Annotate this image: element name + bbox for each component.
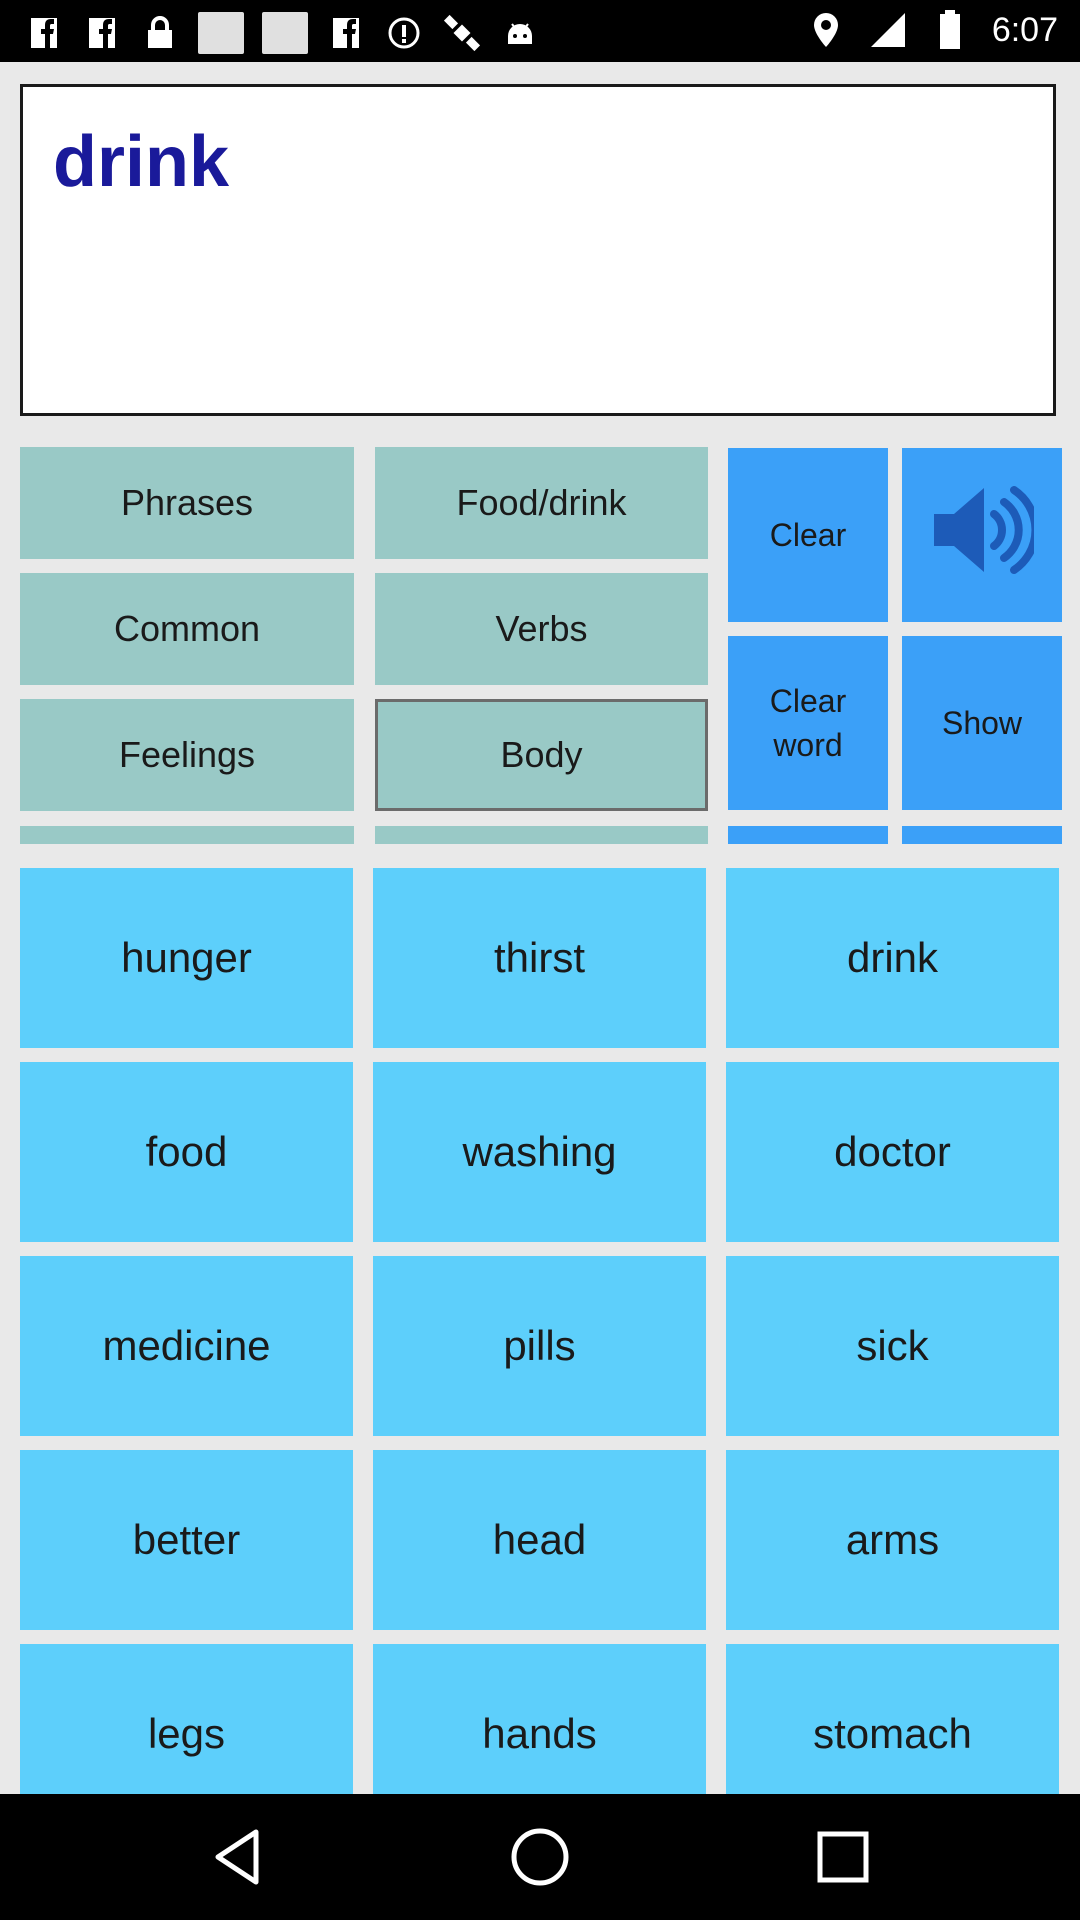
- home-icon[interactable]: [507, 1824, 573, 1890]
- word-button-arms[interactable]: arms: [726, 1450, 1059, 1630]
- status-bar: 6:07: [0, 0, 1080, 62]
- category-label: Feelings: [118, 734, 256, 775]
- facebook-icon: [326, 13, 366, 53]
- word-label: stomach: [813, 1710, 972, 1757]
- category-phrases-button[interactable]: Phrases: [20, 447, 354, 559]
- signal-icon: [868, 10, 908, 50]
- recents-icon[interactable]: [810, 1824, 876, 1890]
- battery-icon: [930, 10, 970, 50]
- android-icon: [500, 13, 540, 53]
- message-display[interactable]: drink: [20, 84, 1056, 416]
- word-button-drink[interactable]: drink: [726, 868, 1059, 1048]
- clear-word-button[interactable]: Clear word: [728, 636, 888, 810]
- navigation-bar: [0, 1794, 1080, 1920]
- category-label: Food/drink: [456, 482, 627, 523]
- word-button-washing[interactable]: washing: [373, 1062, 706, 1242]
- word-label: doctor: [834, 1128, 951, 1175]
- word-label: pills: [503, 1322, 576, 1369]
- back-icon[interactable]: [206, 1824, 272, 1890]
- category-label: Common: [113, 608, 261, 649]
- category-body-button[interactable]: Body: [375, 699, 708, 811]
- word-label: hands: [482, 1710, 597, 1757]
- location-icon: [806, 10, 846, 50]
- word-button-legs[interactable]: legs: [20, 1644, 353, 1794]
- word-label: washing: [462, 1128, 617, 1175]
- message-text: drink: [53, 122, 230, 202]
- clear-word-label-line2: word: [773, 727, 843, 763]
- word-label: arms: [845, 1516, 940, 1563]
- facebook-icon: [24, 13, 64, 53]
- word-button-pills[interactable]: pills: [373, 1256, 706, 1436]
- word-label: legs: [147, 1710, 226, 1757]
- word-button-thirst[interactable]: thirst: [373, 868, 706, 1048]
- show-button[interactable]: Show: [902, 636, 1062, 810]
- control-row-partial[interactable]: [728, 826, 888, 844]
- clear-button[interactable]: Clear: [728, 448, 888, 622]
- category-label: Body: [500, 734, 583, 775]
- word-label: hunger: [121, 934, 252, 981]
- lock-icon: [140, 13, 180, 53]
- word-button-food[interactable]: food: [20, 1062, 353, 1242]
- word-button-sick[interactable]: sick: [726, 1256, 1059, 1436]
- word-button-hunger[interactable]: hunger: [20, 868, 353, 1048]
- category-verbs-button[interactable]: Verbs: [375, 573, 708, 685]
- word-label: drink: [846, 934, 939, 981]
- word-button-hands[interactable]: hands: [373, 1644, 706, 1794]
- category-label: Phrases: [120, 482, 254, 523]
- category-row-partial[interactable]: [375, 826, 708, 844]
- word-button-stomach[interactable]: stomach: [726, 1644, 1059, 1794]
- word-label: better: [132, 1516, 241, 1563]
- word-label: thirst: [493, 934, 585, 981]
- category-label: Verbs: [495, 608, 588, 649]
- category-feelings-button[interactable]: Feelings: [20, 699, 354, 811]
- image-icon: [262, 12, 308, 54]
- image-icon: [198, 12, 244, 54]
- word-label: head: [492, 1516, 587, 1563]
- control-row-partial[interactable]: [902, 826, 1062, 844]
- category-food-drink-button[interactable]: Food/drink: [375, 447, 708, 559]
- speak-button[interactable]: [902, 448, 1062, 622]
- word-label: medicine: [102, 1322, 271, 1369]
- satellite-icon: [442, 13, 482, 53]
- category-common-button[interactable]: Common: [20, 573, 354, 685]
- clock: 6:07: [991, 10, 1058, 49]
- facebook-icon: [82, 13, 122, 53]
- word-button-better[interactable]: better: [20, 1450, 353, 1630]
- word-button-doctor[interactable]: doctor: [726, 1062, 1059, 1242]
- clear-label: Clear: [769, 517, 847, 553]
- clear-word-label-line1: Clear: [769, 683, 847, 719]
- word-label: food: [145, 1128, 228, 1175]
- show-label: Show: [941, 705, 1023, 741]
- word-label: sick: [856, 1322, 929, 1369]
- word-button-medicine[interactable]: medicine: [20, 1256, 353, 1436]
- info-icon: [384, 13, 424, 53]
- speaker-icon: [930, 482, 1040, 589]
- category-row-partial[interactable]: [20, 826, 354, 844]
- word-button-head[interactable]: head: [373, 1450, 706, 1630]
